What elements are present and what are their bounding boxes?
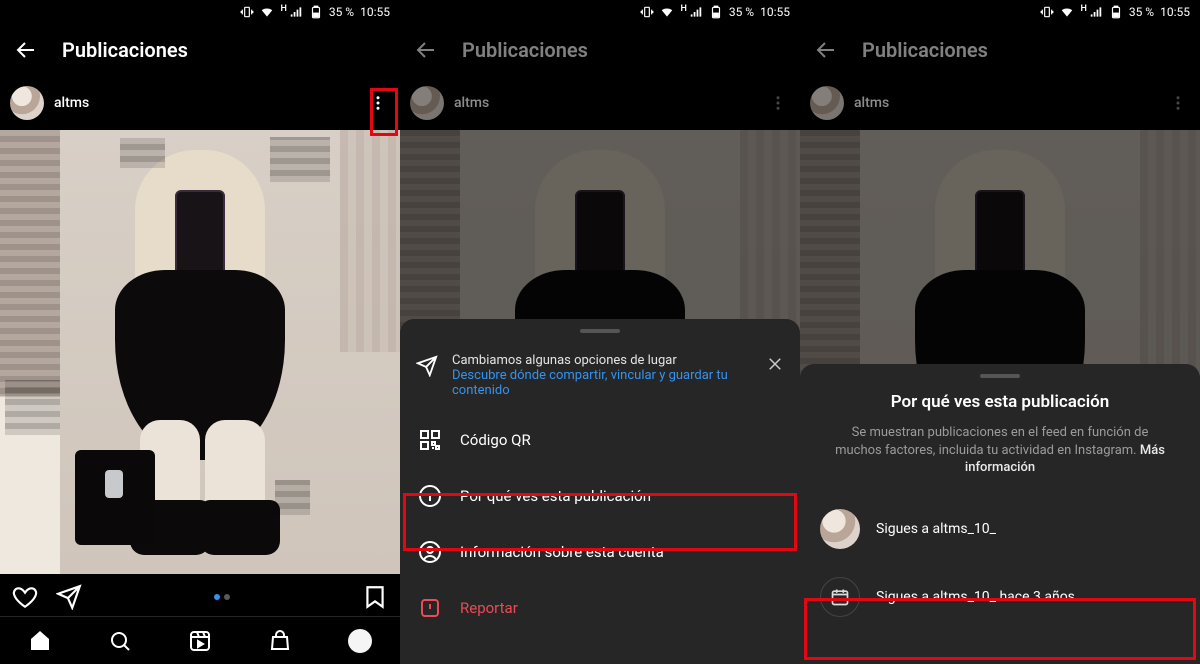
battery-percent: 35 %: [329, 5, 354, 19]
sheet-item-report[interactable]: Reportar: [400, 580, 800, 636]
network-type: H: [680, 4, 686, 14]
wifi-icon: [660, 5, 674, 19]
battery-icon: [1109, 5, 1123, 19]
close-icon[interactable]: [766, 355, 784, 373]
home-icon[interactable]: [28, 629, 52, 653]
post-header: altms: [400, 80, 800, 130]
shop-icon[interactable]: [268, 629, 292, 653]
post-header: altms: [0, 80, 400, 130]
notice-link[interactable]: Descubre dónde compartir, vincular y gua…: [452, 368, 752, 398]
sheet-item-label: Código QR: [460, 431, 531, 449]
top-bar: Publicaciones: [0, 24, 400, 80]
why-sheet[interactable]: Por qué ves esta publicación Se muestran…: [800, 364, 1200, 664]
post-header: altms: [800, 80, 1200, 130]
clock: 10:55: [760, 5, 790, 19]
bookmark-icon[interactable]: [362, 584, 388, 610]
profile-tab[interactable]: [348, 629, 372, 653]
vibrate-icon: [240, 5, 254, 19]
avatar[interactable]: [410, 86, 444, 120]
calendar-icon-circle: [820, 577, 860, 617]
avatar[interactable]: [810, 86, 844, 120]
vibrate-icon: [1040, 5, 1054, 19]
report-icon: [418, 596, 442, 620]
clock: 10:55: [360, 5, 390, 19]
status-bar: H 35 % 10:55: [800, 0, 1200, 24]
post-image[interactable]: [0, 130, 400, 574]
options-sheet[interactable]: Cambiamos algunas opciones de lugar Desc…: [400, 319, 800, 664]
like-icon[interactable]: [12, 584, 38, 610]
wifi-icon: [1060, 5, 1074, 19]
top-bar: Publicaciones: [400, 24, 800, 80]
reason-text: Sigues a altms_10_: [876, 521, 996, 537]
page-title: Publicaciones: [862, 38, 988, 62]
notice-title: Cambiamos algunas opciones de lugar: [452, 353, 752, 368]
more-vertical-icon: [1169, 94, 1187, 112]
network-type: H: [280, 4, 286, 14]
post-username[interactable]: altms: [54, 95, 89, 111]
clock: 10:55: [1160, 5, 1190, 19]
share-icon[interactable]: [56, 584, 82, 610]
reason-follow-user: Sigues a altms_10_: [800, 495, 1200, 563]
avatar[interactable]: [10, 86, 44, 120]
search-icon[interactable]: [108, 629, 132, 653]
post-username[interactable]: altms: [854, 95, 889, 111]
sheet-item-why[interactable]: Por qué ves esta publicación: [400, 468, 800, 524]
sheet-item-label: Por qué ves esta publicación: [460, 487, 651, 505]
page-title: Publicaciones: [62, 38, 188, 62]
screen-2: H 35 % 10:55 Publicaciones altms Cambi: [400, 0, 800, 664]
sheet-item-qr[interactable]: Código QR: [400, 412, 800, 468]
sheet-item-label: Reportar: [460, 599, 518, 617]
signal-icon: [1089, 5, 1103, 19]
more-vertical-icon: [369, 94, 387, 112]
why-sheet-description: Se muestran publicaciones en el feed en …: [800, 420, 1200, 495]
reason-follow-since: Sigues a altms_10_ hace 3 años: [800, 563, 1200, 631]
more-options-button[interactable]: [766, 91, 790, 115]
screen-3: H 35 % 10:55 Publicaciones altms Por qué…: [800, 0, 1200, 664]
status-bar: H 35 % 10:55: [0, 0, 400, 24]
calendar-icon: [830, 587, 850, 607]
sheet-notice: Cambiamos algunas opciones de lugar Desc…: [400, 339, 800, 412]
top-bar: Publicaciones: [800, 24, 1200, 80]
signal-icon: [289, 5, 303, 19]
bottom-nav: [0, 616, 400, 664]
carousel-indicator: [100, 594, 344, 600]
reason-text: Sigues a altms_10_ hace 3 años: [876, 589, 1075, 605]
page-title: Publicaciones: [462, 38, 588, 62]
post-actions: [0, 574, 400, 616]
sheet-item-label: Información sobre esta cuenta: [460, 543, 664, 561]
signal-icon: [689, 5, 703, 19]
sheet-handle[interactable]: [980, 374, 1020, 378]
battery-icon: [709, 5, 723, 19]
avatar: [820, 509, 860, 549]
sheet-item-about-account[interactable]: Información sobre esta cuenta: [400, 524, 800, 580]
battery-percent: 35 %: [1129, 5, 1154, 19]
post-username[interactable]: altms: [454, 95, 489, 111]
status-bar: H 35 % 10:55: [400, 0, 800, 24]
more-options-button[interactable]: [366, 91, 390, 115]
info-icon: [418, 484, 442, 508]
screen-1: H 35 % 10:55 Publicaciones altms: [0, 0, 400, 664]
battery-icon: [309, 5, 323, 19]
sheet-handle[interactable]: [580, 329, 620, 333]
more-options-button[interactable]: [1166, 91, 1190, 115]
reels-icon[interactable]: [188, 629, 212, 653]
battery-percent: 35 %: [729, 5, 754, 19]
user-circle-icon: [418, 540, 442, 564]
wifi-icon: [260, 5, 274, 19]
more-vertical-icon: [769, 94, 787, 112]
share-icon: [416, 355, 438, 377]
network-type: H: [1080, 4, 1086, 14]
qr-icon: [418, 428, 442, 452]
why-sheet-title: Por qué ves esta publicación: [800, 384, 1200, 420]
back-icon[interactable]: [814, 38, 838, 62]
back-icon[interactable]: [414, 38, 438, 62]
vibrate-icon: [640, 5, 654, 19]
back-icon[interactable]: [14, 38, 38, 62]
